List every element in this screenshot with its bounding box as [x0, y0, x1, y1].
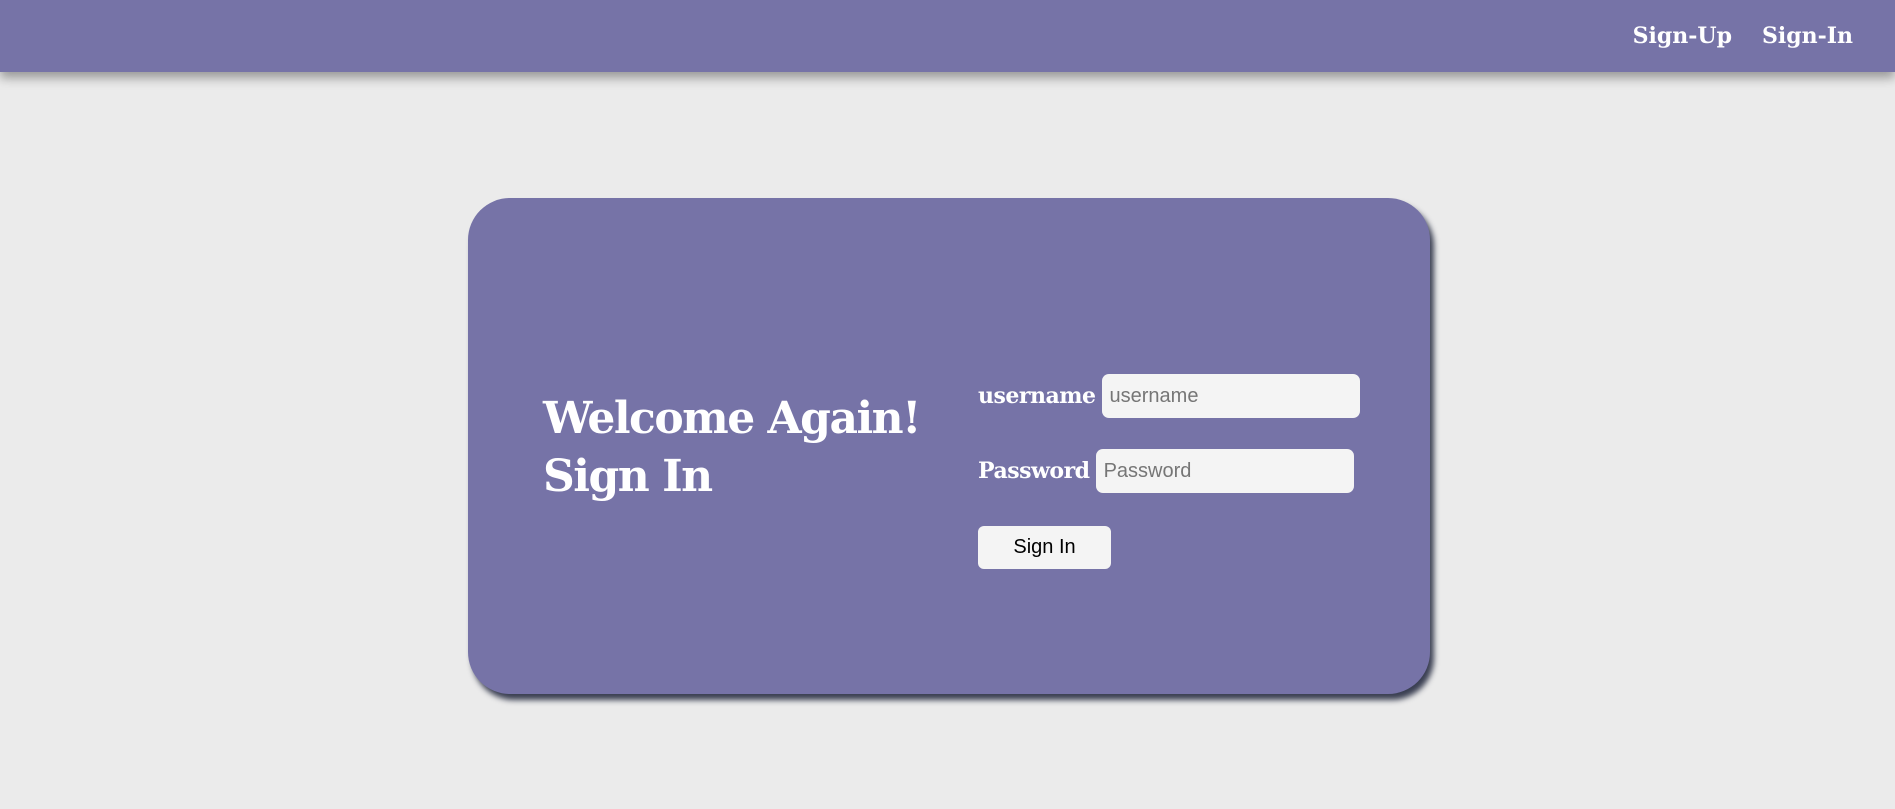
username-row: username [978, 374, 1360, 418]
password-input[interactable] [1095, 449, 1354, 493]
username-input[interactable] [1101, 374, 1360, 418]
top-navbar: Sign-Up Sign-In [0, 0, 1895, 72]
password-row: Password [978, 449, 1360, 493]
sign-in-button[interactable]: Sign In [978, 526, 1111, 569]
password-label: Password [978, 458, 1090, 484]
welcome-heading-line-2: Sign In [543, 451, 713, 502]
welcome-heading-line-1: Welcome Again! [543, 393, 921, 444]
welcome-heading: Welcome Again! Sign In [543, 390, 921, 506]
username-label: username [978, 383, 1096, 409]
sign-in-form: username Password Sign In [978, 374, 1360, 569]
nav-link-sign-up[interactable]: Sign-Up [1633, 23, 1732, 49]
sign-in-card: Welcome Again! Sign In username Password… [468, 198, 1430, 694]
nav-link-sign-in[interactable]: Sign-In [1762, 23, 1853, 49]
